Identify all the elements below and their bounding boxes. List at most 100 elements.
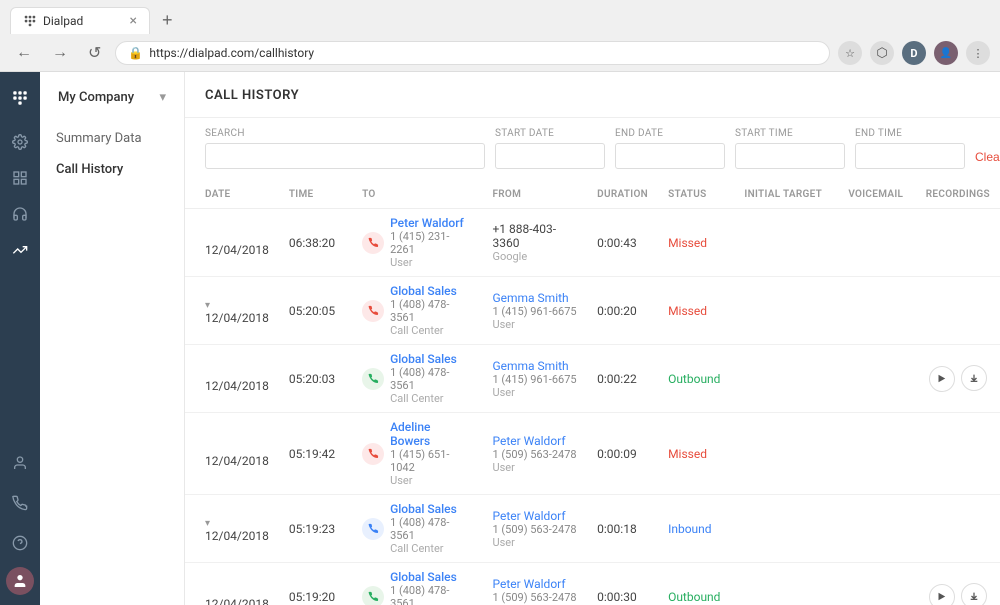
bookmark-icon[interactable]: ☆ <box>838 41 862 65</box>
trending-nav-icon[interactable] <box>4 234 36 266</box>
time-value: 05:20:03 <box>289 372 335 386</box>
cell-duration: 0:00:18 <box>587 495 658 563</box>
cell-to: Global Sales 1 (408) 478-3561 Call Cente… <box>352 563 482 605</box>
time-value: 06:38:20 <box>289 236 335 250</box>
cell-status: Missed <box>658 209 734 277</box>
forward-button[interactable]: → <box>46 42 74 64</box>
icon-strip <box>0 72 40 605</box>
headset-nav-icon[interactable] <box>4 198 36 230</box>
col-duration: DURATION <box>587 181 658 209</box>
start-time-input[interactable] <box>735 143 845 169</box>
back-button[interactable]: ← <box>10 42 38 64</box>
expand-button[interactable]: ▾ <box>205 300 210 311</box>
help-nav-icon[interactable] <box>4 527 36 559</box>
from-name-link[interactable]: Peter Waldorf <box>492 509 565 523</box>
nav-menu: Summary Data Call History <box>40 123 184 185</box>
start-date-filter-group: START DATE <box>495 128 605 169</box>
col-status: STATUS <box>658 181 734 209</box>
reload-button[interactable]: ↺ <box>82 41 107 65</box>
date-value: 12/04/2018 <box>205 311 269 325</box>
from-name-link[interactable]: Peter Waldorf <box>492 434 565 448</box>
cell-time: 05:19:23 <box>279 495 352 563</box>
to-name-link[interactable]: Global Sales <box>390 284 472 298</box>
cell-voicemail <box>838 345 915 413</box>
nav-bar: ← → ↺ 🔒 https://dialpad.com/callhistory … <box>0 35 1000 71</box>
contacts-nav-icon[interactable] <box>4 447 36 479</box>
cell-initial-target <box>734 413 838 495</box>
cell-from: Peter Waldorf 1 (509) 563-2478User <box>482 413 587 495</box>
from-name-link[interactable]: Gemma Smith <box>492 359 568 373</box>
start-date-label: START DATE <box>495 128 605 139</box>
cell-to: Adeline Bowers 1 (415) 651-1042 User <box>352 413 482 495</box>
sidebar-item-callhistory[interactable]: Call History <box>40 154 184 185</box>
cell-recordings <box>916 413 1000 495</box>
dialpad-logo-icon[interactable] <box>4 82 36 114</box>
analytics-nav-icon[interactable] <box>4 162 36 194</box>
sidebar-item-summary[interactable]: Summary Data <box>40 123 184 154</box>
cell-voicemail <box>838 277 915 345</box>
to-name-link[interactable]: Peter Waldorf <box>390 216 472 230</box>
time-value: 05:19:20 <box>289 590 335 604</box>
company-name: My Company <box>58 90 134 105</box>
tab-bar: Dialpad × + <box>0 0 1000 35</box>
status-value: Inbound <box>668 522 711 536</box>
address-bar[interactable]: 🔒 https://dialpad.com/callhistory <box>115 41 830 65</box>
end-date-input[interactable] <box>615 143 725 169</box>
to-info: Global Sales 1 (408) 478-3561 Call Cente… <box>390 502 472 555</box>
download-button[interactable] <box>961 583 987 605</box>
start-date-input[interactable] <box>495 143 605 169</box>
profile-avatar[interactable]: 👤 <box>934 41 958 65</box>
cell-date: 12/04/2018 <box>185 209 279 277</box>
from-name-link[interactable]: Peter Waldorf <box>492 577 565 591</box>
to-name-link[interactable]: Global Sales <box>390 502 472 516</box>
search-input[interactable] <box>205 143 485 169</box>
play-button[interactable] <box>929 366 955 392</box>
cell-to: Global Sales 1 (408) 478-3561 Call Cente… <box>352 277 482 345</box>
call-type-icon <box>362 300 384 322</box>
call-type-icon <box>362 586 384 605</box>
end-time-input[interactable] <box>855 143 965 169</box>
expand-button[interactable]: ▾ <box>205 518 210 529</box>
cell-recordings <box>916 345 1000 413</box>
to-info: Global Sales 1 (408) 478-3561 Call Cente… <box>390 570 472 605</box>
filters-bar: SEARCH START DATE END DATE START TIME EN… <box>185 118 1000 181</box>
col-recordings: RECORDINGS <box>916 181 1000 209</box>
cell-voicemail <box>838 209 915 277</box>
end-time-label: END TIME <box>855 128 965 139</box>
settings-nav-icon[interactable] <box>4 126 36 158</box>
to-name-link[interactable]: Global Sales <box>390 570 472 584</box>
clear-filters-button[interactable]: Clear filters <box>975 145 1000 169</box>
start-time-label: START TIME <box>735 128 845 139</box>
cell-time: 05:20:05 <box>279 277 352 345</box>
search-label: SEARCH <box>205 128 485 139</box>
table-body: 12/04/2018 06:38:20 Peter Waldorf 1 (415… <box>185 209 1000 605</box>
date-value: 12/04/2018 <box>205 454 269 468</box>
to-name-link[interactable]: Adeline Bowers <box>390 420 472 448</box>
end-time-filter-group: END TIME <box>855 128 965 169</box>
download-button[interactable] <box>961 365 987 391</box>
start-time-filter-group: START TIME <box>735 128 845 169</box>
user-avatar[interactable] <box>6 567 34 595</box>
table-row: 12/04/2018 05:20:03 Global Sales 1 (408)… <box>185 345 1000 413</box>
company-selector[interactable]: My Company ▾ <box>46 82 178 113</box>
call-history-table-wrapper: DATE TIME TO FROM DURATION STATUS INITIA… <box>185 181 1000 605</box>
cell-recordings <box>916 563 1000 605</box>
table-row: ▾ 12/04/2018 05:19:23 Global Sales 1 (40… <box>185 495 1000 563</box>
call-type-icon <box>362 443 384 465</box>
from-name-link[interactable]: Gemma Smith <box>492 291 568 305</box>
more-options-icon[interactable]: ⋮ <box>966 41 990 65</box>
duration-value: 0:00:20 <box>597 304 637 318</box>
extensions-icon[interactable]: ⬡ <box>870 41 894 65</box>
to-info: Adeline Bowers 1 (415) 651-1042 User <box>390 420 472 487</box>
call-type-icon <box>362 368 384 390</box>
tab-close-button[interactable]: × <box>130 13 137 29</box>
active-tab[interactable]: Dialpad × <box>10 7 150 34</box>
play-button[interactable] <box>929 584 955 605</box>
time-value: 05:19:23 <box>289 522 335 536</box>
to-name-link[interactable]: Global Sales <box>390 352 472 366</box>
new-tab-button[interactable]: + <box>154 6 181 35</box>
phone-nav-icon[interactable] <box>4 487 36 519</box>
cell-initial-target <box>734 345 838 413</box>
cell-status: Missed <box>658 277 734 345</box>
user-account-icon[interactable]: D <box>902 41 926 65</box>
